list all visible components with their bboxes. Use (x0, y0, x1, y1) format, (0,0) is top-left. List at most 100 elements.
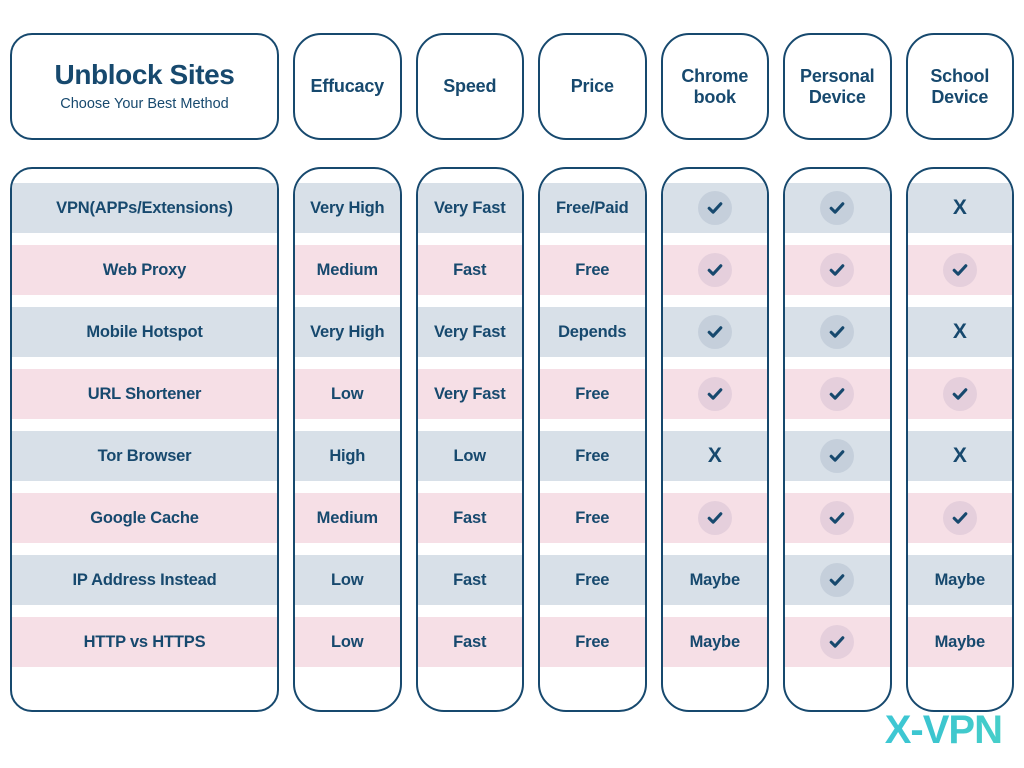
table-cell: Low (295, 555, 400, 605)
table-row-label: Google Cache (12, 493, 277, 543)
cell-value: IP Address Instead (72, 570, 217, 589)
row-divider (907, 605, 1012, 617)
check-badge (820, 315, 855, 349)
row-divider (12, 295, 277, 307)
cell-value: Maybe (934, 570, 986, 589)
cell-value: Google Cache (90, 508, 199, 527)
column-school-device: X X X Maybe Maybe (905, 167, 1014, 712)
brand-logo: X-VPN (885, 708, 1003, 752)
column-personal-device (783, 167, 892, 712)
row-divider (662, 481, 767, 493)
header-card-row: Unblock Sites Choose Your Best Method Ef… (10, 33, 1014, 140)
cell-value: Tor Browser (97, 446, 192, 465)
row-divider (417, 233, 522, 245)
row-divider (540, 419, 645, 431)
table-row-label: Tor Browser (12, 431, 277, 481)
table-cell: Fast (417, 493, 522, 543)
row-divider (785, 543, 890, 555)
row-divider (12, 605, 277, 617)
page-title: Unblock Sites (54, 58, 235, 90)
row-divider (12, 419, 277, 431)
row-divider (295, 357, 400, 369)
cross-icon: X (907, 431, 1012, 481)
check-badge (697, 253, 732, 287)
row-divider (540, 357, 645, 369)
cell-value: Free (575, 384, 610, 403)
cell-value: X (952, 444, 967, 468)
row-divider (540, 481, 645, 493)
row-divider (417, 295, 522, 307)
check-icon (907, 493, 1012, 543)
comparison-table-body: VPN(APPs/Extensions) Web Proxy Mobile Hots… (10, 167, 1014, 712)
cell-value: Free/Paid (556, 198, 629, 217)
row-divider (907, 357, 1012, 369)
table-row-label: IP Address Instead (12, 555, 277, 605)
row-divider (417, 357, 522, 369)
table-cell: Free (540, 431, 645, 481)
cell-value: HTTP vs HTTPS (83, 632, 206, 651)
column-header-chromebook: Chrome book (660, 33, 769, 140)
cell-value: Low (453, 446, 487, 465)
table-cell: Depends (540, 307, 645, 357)
row-divider (907, 481, 1012, 493)
table-cell: Free (540, 493, 645, 543)
table-cell: High (295, 431, 400, 481)
table-cell: Fast (417, 245, 522, 295)
row-divider (785, 419, 890, 431)
column-efficacy: Very High Medium Very High Low High Medium Low… (293, 167, 402, 712)
row-divider (662, 543, 767, 555)
check-icon (662, 183, 767, 233)
table-cell: Maybe (907, 617, 1012, 667)
row-divider (785, 481, 890, 493)
row-divider (295, 419, 400, 431)
row-divider (662, 419, 767, 431)
cell-value: Medium (316, 508, 378, 527)
cell-value: High (329, 446, 366, 465)
cell-value: Depends (558, 322, 627, 341)
check-icon (785, 617, 890, 667)
check-badge (942, 501, 977, 535)
row-divider (295, 481, 400, 493)
table-cell: Maybe (662, 555, 767, 605)
check-icon (662, 307, 767, 357)
table-cell: Very High (295, 307, 400, 357)
table-cell: Free (540, 617, 645, 667)
check-badge (820, 439, 855, 473)
cell-value: Free (575, 260, 610, 279)
check-icon (662, 493, 767, 543)
check-icon (785, 245, 890, 295)
check-icon (785, 493, 890, 543)
check-icon (785, 183, 890, 233)
column-header-label: School Device (930, 66, 990, 107)
row-divider (12, 233, 277, 245)
cell-value: Very Fast (433, 198, 506, 217)
row-divider (12, 543, 277, 555)
column-header-label: Speed (443, 76, 497, 97)
column-header-label: Effucacy (310, 76, 385, 97)
table-cell: Medium (295, 493, 400, 543)
column-price: Free/Paid Free Depends Free Free Free Free Free (538, 167, 647, 712)
cell-value: Web Proxy (102, 260, 187, 279)
cell-value: Fast (453, 260, 487, 279)
column-header-label: Chrome book (681, 66, 749, 107)
row-divider (417, 419, 522, 431)
column-header-label: Personal Device (800, 66, 875, 107)
check-badge (697, 191, 732, 225)
row-divider (662, 233, 767, 245)
column-header-label: Price (570, 76, 614, 97)
cell-value: X (952, 320, 967, 344)
check-badge (820, 253, 855, 287)
row-divider (907, 233, 1012, 245)
check-badge (697, 315, 732, 349)
table-row-label: Mobile Hotspot (12, 307, 277, 357)
cell-value: URL Shortener (87, 384, 202, 403)
column-chromebook: X Maybe Maybe (660, 167, 769, 712)
check-badge (942, 377, 977, 411)
table-row-label: VPN(APPs/Extensions) (12, 183, 277, 233)
check-icon (785, 555, 890, 605)
table-cell: Low (295, 369, 400, 419)
cell-value: Maybe (689, 632, 741, 651)
cell-value: Fast (453, 570, 487, 589)
column-header-price: Price (538, 33, 647, 140)
row-divider (540, 295, 645, 307)
